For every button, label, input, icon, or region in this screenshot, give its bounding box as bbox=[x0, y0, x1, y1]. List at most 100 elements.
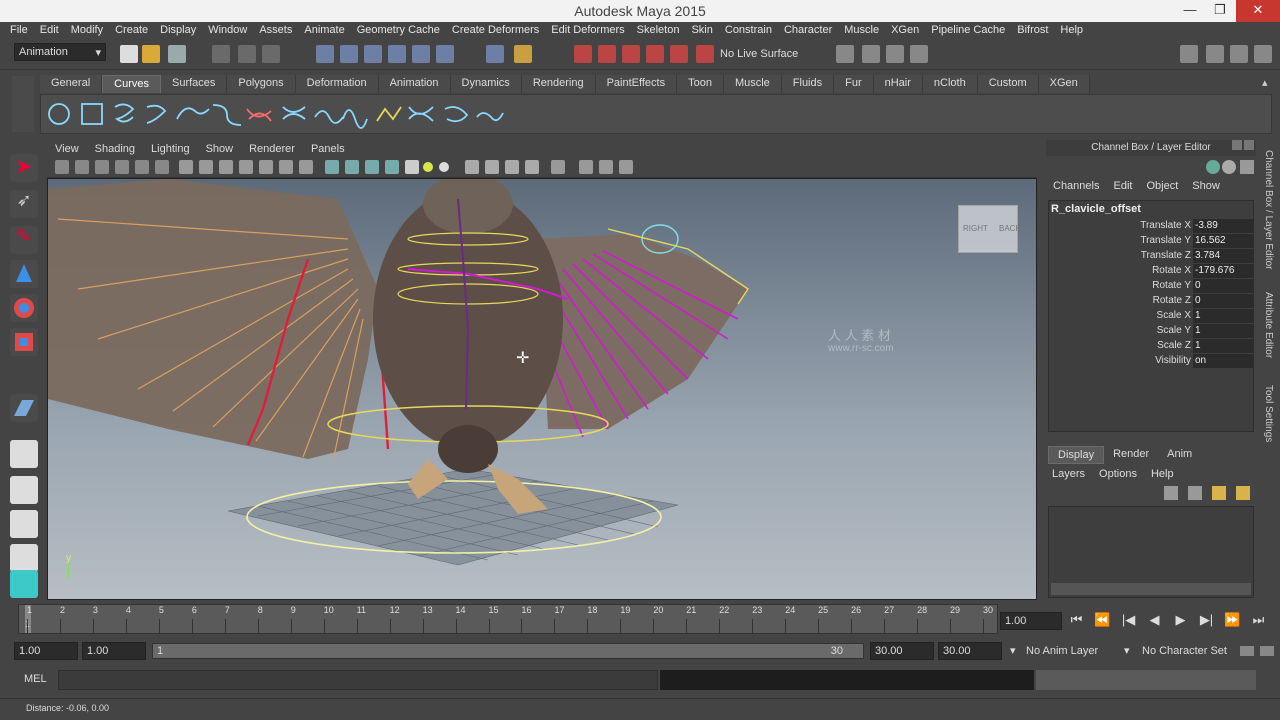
lasso-tool-icon[interactable]: ➶ bbox=[10, 190, 38, 218]
panel-menu-panels[interactable]: Panels bbox=[303, 141, 353, 158]
attr-value[interactable]: 1 bbox=[1193, 324, 1253, 338]
menu-skin[interactable]: Skin bbox=[685, 22, 718, 40]
share-icon[interactable] bbox=[619, 160, 633, 174]
isolate-select-icon[interactable] bbox=[465, 160, 479, 174]
layer-scrollbar[interactable] bbox=[1051, 583, 1251, 595]
attr-row[interactable]: Rotate Y0 bbox=[1049, 279, 1253, 294]
attr-value[interactable]: -3.89 bbox=[1193, 219, 1253, 233]
go-to-start-icon[interactable]: ⏮ bbox=[1068, 612, 1085, 632]
shelf-tab-surfaces[interactable]: Surfaces bbox=[160, 75, 228, 93]
shelf-options-handle[interactable] bbox=[12, 76, 34, 132]
maximize-button[interactable]: ❐ bbox=[1205, 0, 1235, 22]
attr-row[interactable]: Scale X1 bbox=[1049, 309, 1253, 324]
wireframe-on-shaded-icon[interactable] bbox=[365, 160, 379, 174]
select-object-icon[interactable] bbox=[238, 45, 256, 63]
help-icon[interactable] bbox=[486, 45, 504, 63]
live-surface-icon[interactable] bbox=[696, 45, 714, 63]
perspective-viewport[interactable]: ✛ RIGHT BACK 人 人 素 材 www.rr-sc.com y bbox=[47, 178, 1037, 600]
float-panel-icon[interactable] bbox=[1232, 140, 1242, 150]
menu-edit-deformers[interactable]: Edit Deformers bbox=[545, 22, 630, 40]
layer-menu-help[interactable]: Help bbox=[1151, 468, 1174, 480]
wireframe-icon[interactable] bbox=[325, 160, 339, 174]
command-input[interactable] bbox=[58, 670, 658, 690]
panel-menu-renderer[interactable]: Renderer bbox=[241, 141, 303, 158]
layout-graph-persp-icon[interactable] bbox=[10, 544, 38, 572]
ambient-occlusion-icon[interactable] bbox=[485, 160, 499, 174]
layout-outliner-persp-icon[interactable] bbox=[10, 510, 38, 538]
new-scene-icon[interactable] bbox=[120, 45, 138, 63]
safe-action-icon[interactable] bbox=[279, 160, 293, 174]
side-tab-tool-settings[interactable]: Tool Settings bbox=[1263, 385, 1274, 442]
layout-four-view-icon[interactable] bbox=[10, 476, 38, 504]
render-settings-icon[interactable] bbox=[622, 45, 640, 63]
attr-value[interactable]: 1 bbox=[1193, 309, 1253, 323]
snap-surface-icon[interactable] bbox=[412, 45, 430, 63]
layout-single-perspective-icon[interactable] bbox=[10, 440, 38, 468]
attr-value[interactable]: 0 bbox=[1193, 279, 1253, 293]
safe-title-icon[interactable] bbox=[299, 160, 313, 174]
speed-icon[interactable] bbox=[1222, 160, 1236, 174]
textured-icon[interactable] bbox=[385, 160, 399, 174]
save-scene-icon[interactable] bbox=[168, 45, 186, 63]
play-backwards-icon[interactable]: ◀ bbox=[1146, 612, 1163, 632]
attr-value[interactable]: 3.784 bbox=[1193, 249, 1253, 263]
modeling-toolkit-icon[interactable] bbox=[910, 45, 928, 63]
shelf-tab-polygons[interactable]: Polygons bbox=[227, 75, 296, 93]
menu-file[interactable]: File bbox=[4, 22, 34, 40]
range-slider[interactable]: 1 30 bbox=[152, 643, 864, 659]
attr-row[interactable]: Translate Y 16.562 bbox=[1049, 234, 1253, 249]
menuset-dropdown[interactable]: Animation ▾ bbox=[14, 43, 106, 61]
playback-start-field[interactable]: 1.00 bbox=[82, 642, 146, 660]
menu-animate[interactable]: Animate bbox=[298, 22, 350, 40]
menu-edit[interactable]: Edit bbox=[34, 22, 65, 40]
selected-object-name[interactable]: R_clavicle_offset bbox=[1051, 203, 1141, 215]
auto-key-icon[interactable] bbox=[1240, 646, 1254, 656]
cb-menu-edit[interactable]: Edit bbox=[1106, 180, 1139, 192]
layer-menu-layers[interactable]: Layers bbox=[1052, 468, 1085, 480]
menu-pipeline-cache[interactable]: Pipeline Cache bbox=[925, 22, 1011, 40]
channel-box-toggle-icon[interactable] bbox=[1254, 45, 1272, 63]
bookmarks-icon[interactable] bbox=[95, 160, 109, 174]
attr-value[interactable]: on bbox=[1193, 354, 1253, 368]
resolution-gate-icon[interactable] bbox=[219, 160, 233, 174]
select-camera-icon[interactable] bbox=[55, 160, 69, 174]
layer-menu-options[interactable]: Options bbox=[1099, 468, 1137, 480]
layout-single-icon[interactable] bbox=[1180, 45, 1198, 63]
snap-grid-icon[interactable] bbox=[316, 45, 334, 63]
time-slider[interactable]: 1 12345678910111213141516171819202122232… bbox=[18, 604, 998, 634]
last-tool-icon[interactable] bbox=[10, 394, 38, 422]
step-back-key-icon[interactable]: ⏪ bbox=[1094, 612, 1111, 632]
rotate-tool-icon[interactable] bbox=[10, 294, 38, 322]
paint-select-tool-icon[interactable]: ✎ bbox=[10, 226, 38, 254]
go-to-end-icon[interactable]: ⏭ bbox=[1250, 612, 1267, 632]
shelf-tab-toon[interactable]: Toon bbox=[677, 75, 724, 93]
attr-value[interactable]: 16.562 bbox=[1193, 234, 1253, 248]
gate-mask-icon[interactable] bbox=[239, 160, 253, 174]
shelf-menu-arrow-icon[interactable]: ▴ bbox=[1262, 76, 1272, 92]
manipulator-icon[interactable] bbox=[1206, 160, 1220, 174]
attr-row[interactable]: Visibility on bbox=[1049, 354, 1253, 369]
panel-menu-shading[interactable]: Shading bbox=[87, 141, 143, 158]
shelf-tab-custom[interactable]: Custom bbox=[977, 75, 1039, 93]
move-layer-up-icon[interactable] bbox=[1164, 486, 1178, 500]
grease-pencil-icon[interactable] bbox=[155, 160, 169, 174]
move-layer-down-icon[interactable] bbox=[1188, 486, 1202, 500]
image-plane-icon[interactable] bbox=[115, 160, 129, 174]
shelf-tab-xgen[interactable]: XGen bbox=[1038, 75, 1090, 93]
shelf-tab-general[interactable]: General bbox=[40, 75, 103, 93]
step-forward-frame-icon[interactable]: ▶| bbox=[1198, 612, 1215, 632]
step-forward-key-icon[interactable]: ⏩ bbox=[1224, 612, 1241, 632]
attr-row[interactable]: Scale Y1 bbox=[1049, 324, 1253, 339]
attr-row[interactable]: Scale Z1 bbox=[1049, 339, 1253, 354]
attr-row[interactable]: Translate Z 3.784 bbox=[1049, 249, 1253, 264]
panel-menu-view[interactable]: View bbox=[47, 141, 87, 158]
step-back-frame-icon[interactable]: |◀ bbox=[1120, 612, 1137, 632]
tool-settings-toggle-icon[interactable] bbox=[1230, 45, 1248, 63]
xray-joints-icon[interactable] bbox=[599, 160, 613, 174]
chevron-down-icon[interactable]: ▾ bbox=[1010, 644, 1016, 657]
side-tab-attribute-editor[interactable]: Attribute Editor bbox=[1263, 292, 1274, 358]
cb-menu-show[interactable]: Show bbox=[1185, 180, 1227, 192]
cb-menu-object[interactable]: Object bbox=[1139, 180, 1185, 192]
shelf-tab-nhair[interactable]: nHair bbox=[873, 75, 923, 93]
close-button[interactable]: ✕ bbox=[1236, 0, 1280, 22]
